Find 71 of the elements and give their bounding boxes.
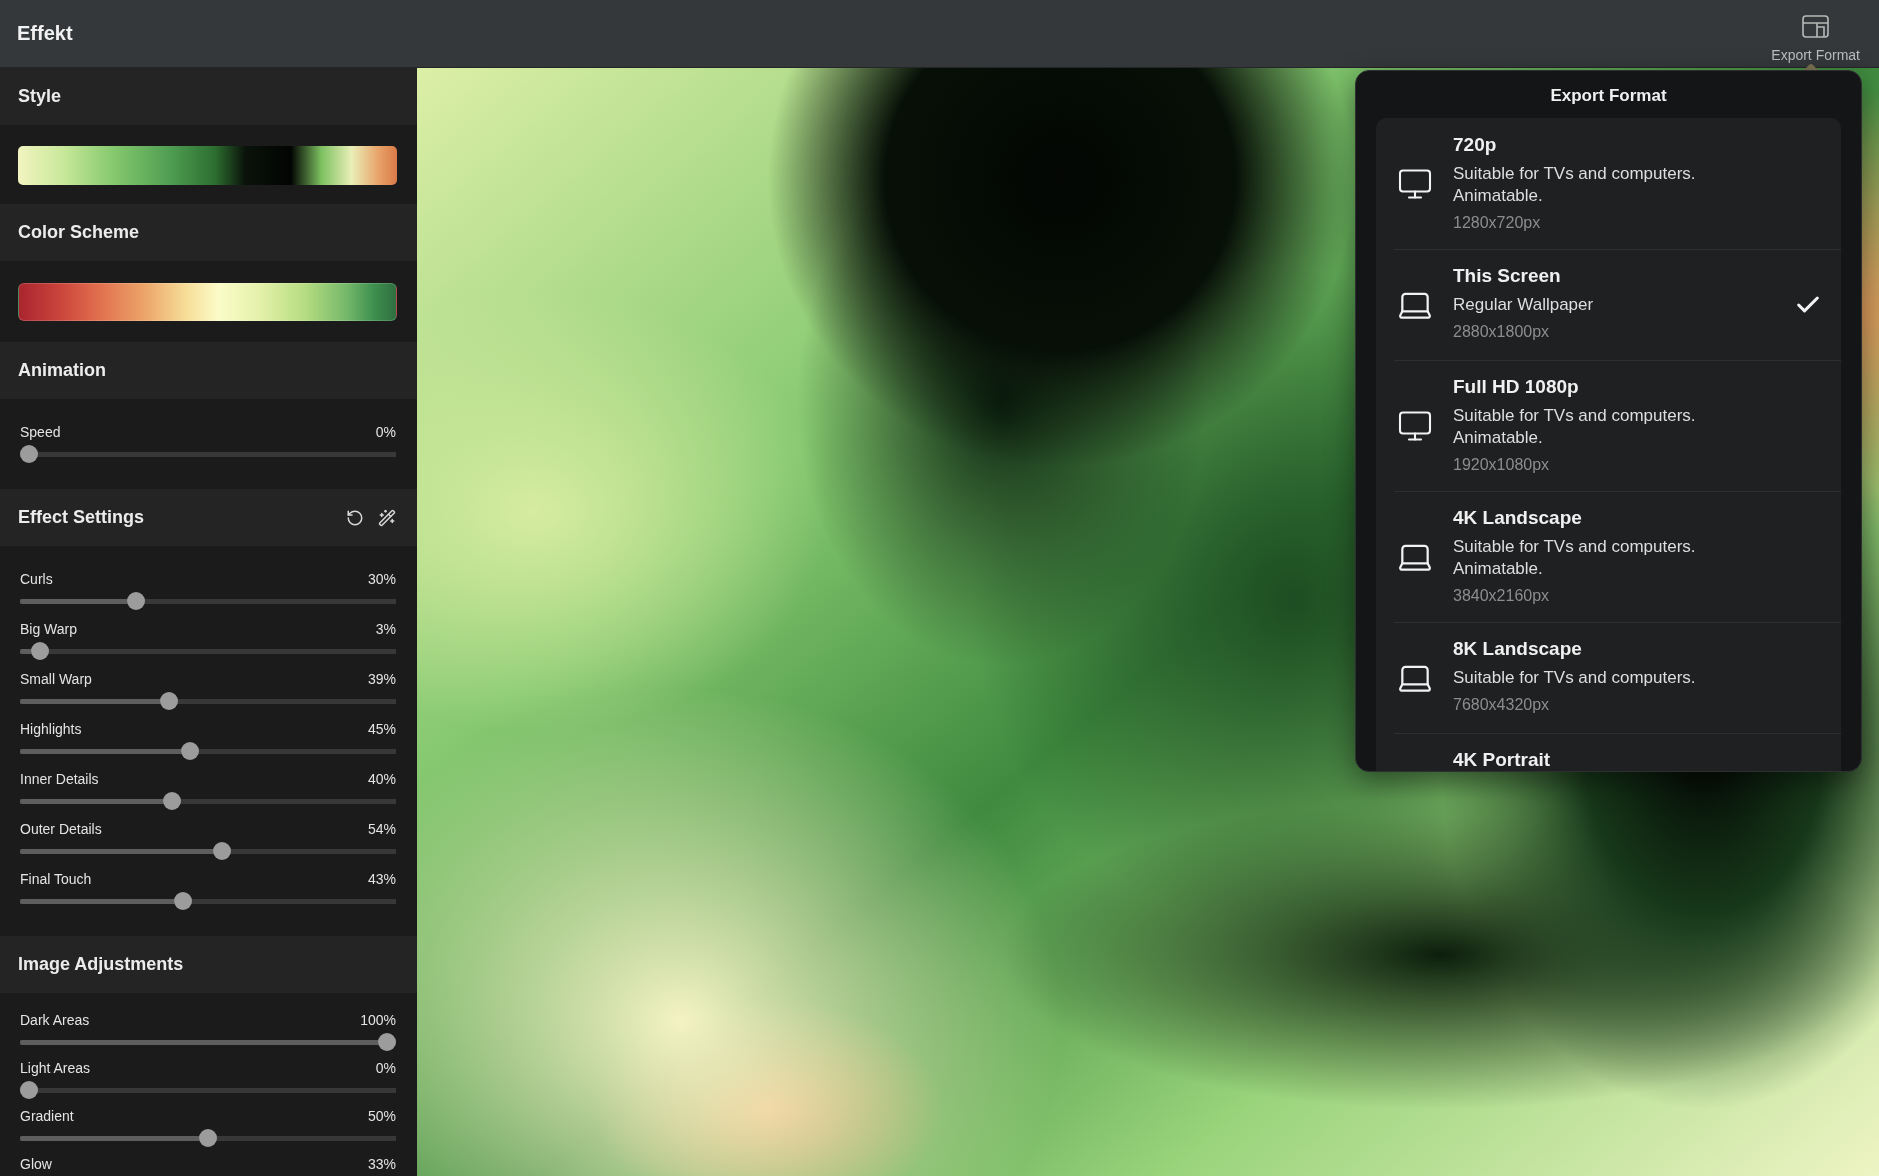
export-option[interactable]: 4K Landscape Suitable for TVs and computers. Animatable. 3840x2160px — [1376, 491, 1841, 622]
export-option[interactable]: 4K Portrait — [1376, 733, 1841, 771]
option-name: 8K Landscape — [1453, 637, 1583, 661]
slider-value: 3% — [375, 621, 396, 638]
slider-value: 0% — [375, 424, 396, 441]
option-description: Suitable for TVs and computers. Animatable. — [1453, 405, 1697, 449]
slider-value: 54% — [367, 821, 396, 838]
magic-wand-icon[interactable] — [378, 508, 396, 527]
option-size: 2880x1800px — [1453, 322, 1551, 342]
slider-value: 43% — [367, 871, 396, 888]
option-size: 7680x4320px — [1453, 695, 1551, 715]
option-name: 4K Portrait — [1453, 748, 1552, 771]
slider-label: Dark Areas — [20, 1012, 90, 1029]
export-option[interactable]: 8K Landscape Suitable for TVs and computers. 7680x4320px — [1376, 622, 1841, 733]
section-title: Style — [18, 86, 62, 107]
color-scheme-gradient[interactable] — [18, 283, 397, 321]
slider-value: 0% — [375, 1060, 396, 1077]
slider-thumb[interactable] — [127, 592, 146, 610]
option-size: 3840x2160px — [1453, 586, 1551, 606]
slider-label: Big Warp — [20, 621, 78, 638]
slider-value: 50% — [367, 1108, 396, 1125]
option-name: 720p — [1453, 133, 1498, 157]
slider-label: Speed — [20, 424, 61, 441]
window-layout-icon — [1802, 15, 1830, 38]
export-format-button[interactable]: Export Format — [1771, 0, 1860, 67]
slider-thumb[interactable] — [378, 1033, 396, 1051]
slider-label: Highlights — [20, 721, 82, 738]
option-description: Regular Wallpaper — [1453, 294, 1595, 316]
app-title: Effekt — [17, 22, 73, 45]
slider-label: Small Warp — [20, 671, 92, 688]
slider-value: 30% — [367, 571, 396, 588]
section-title: Color Scheme — [18, 222, 140, 243]
slider-value: 40% — [367, 771, 396, 788]
reset-icon[interactable] — [346, 508, 364, 527]
option-size: 1280x720px — [1453, 213, 1542, 233]
slider-label: Light Areas — [20, 1060, 91, 1077]
slider-value: 45% — [367, 721, 396, 738]
slider-thumb[interactable] — [173, 892, 192, 910]
slider-label: Final Touch — [20, 871, 92, 888]
option-description: Suitable for TVs and computers. — [1453, 667, 1697, 689]
option-description: Suitable for TVs and computers. Animatable. — [1453, 163, 1697, 207]
slider-thumb[interactable] — [199, 1129, 217, 1147]
slider-value: 39% — [367, 671, 396, 688]
section-title: Effect Settings — [18, 507, 145, 528]
style-thumbnail[interactable] — [18, 146, 397, 185]
section-title: Animation — [18, 360, 106, 381]
slider-thumb[interactable] — [213, 842, 232, 860]
slider-thumb[interactable] — [163, 792, 182, 810]
slider-label: Curls — [20, 571, 53, 588]
slider-label: Outer Details — [20, 821, 102, 838]
slider-value: 100% — [360, 1012, 396, 1029]
slider-fill — [20, 648, 31, 654]
option-description: Suitable for TVs and computers. Animatable. — [1453, 536, 1697, 580]
export-option[interactable]: This Screen Regular Wallpaper 2880x1800px — [1376, 249, 1841, 360]
popover-title: Export Format — [1549, 85, 1668, 107]
option-name: Full HD 1080p — [1453, 375, 1580, 399]
slider-label: Gradient — [20, 1108, 74, 1125]
export-option[interactable]: 720p Suitable for TVs and computers. Animatable. 1280x720px — [1376, 118, 1841, 249]
slider-thumb[interactable] — [20, 1081, 38, 1099]
export-option[interactable]: Full HD 1080p Suitable for TVs and computers. Animatable. 1920x1080px — [1376, 360, 1841, 491]
slider-thumb[interactable] — [181, 742, 200, 760]
slider-label: Inner Details — [20, 771, 99, 788]
slider-thumb[interactable] — [20, 445, 38, 463]
slider-thumb[interactable] — [159, 692, 178, 710]
slider-label: Glow — [20, 1156, 52, 1173]
option-size: 1920x1080px — [1453, 455, 1551, 475]
slider-thumb[interactable] — [30, 642, 49, 660]
section-title: Image Adjustments — [18, 954, 184, 975]
option-name: This Screen — [1453, 264, 1562, 288]
slider-value: 33% — [367, 1156, 396, 1173]
option-name: 4K Landscape — [1453, 506, 1583, 530]
